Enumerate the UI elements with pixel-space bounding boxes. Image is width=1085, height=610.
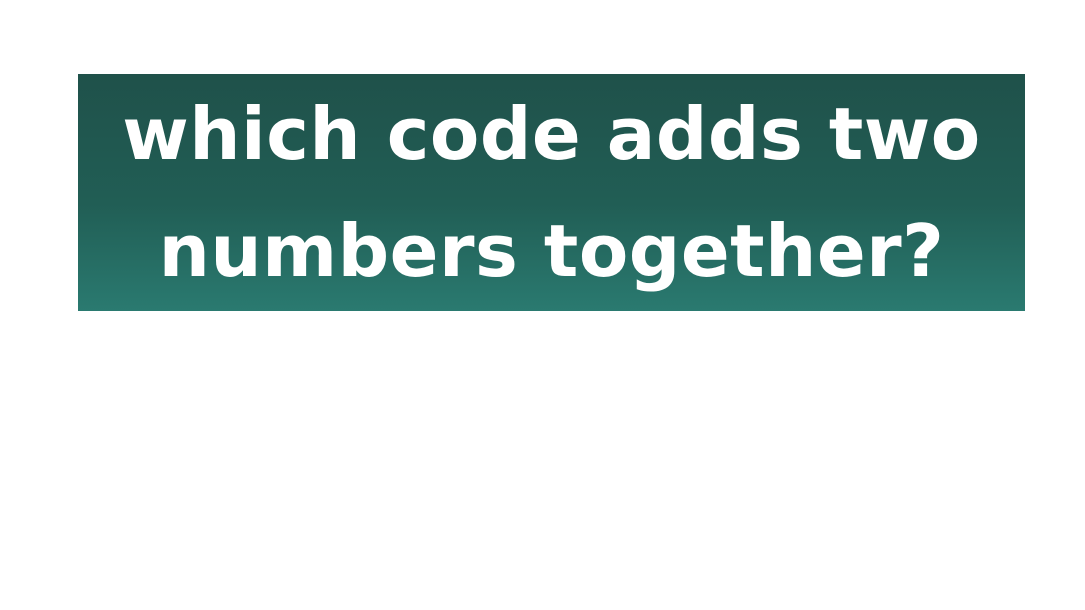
question-text: which code adds two numbers together? [122,91,981,293]
question-banner: which code adds two numbers together? [78,74,1025,311]
